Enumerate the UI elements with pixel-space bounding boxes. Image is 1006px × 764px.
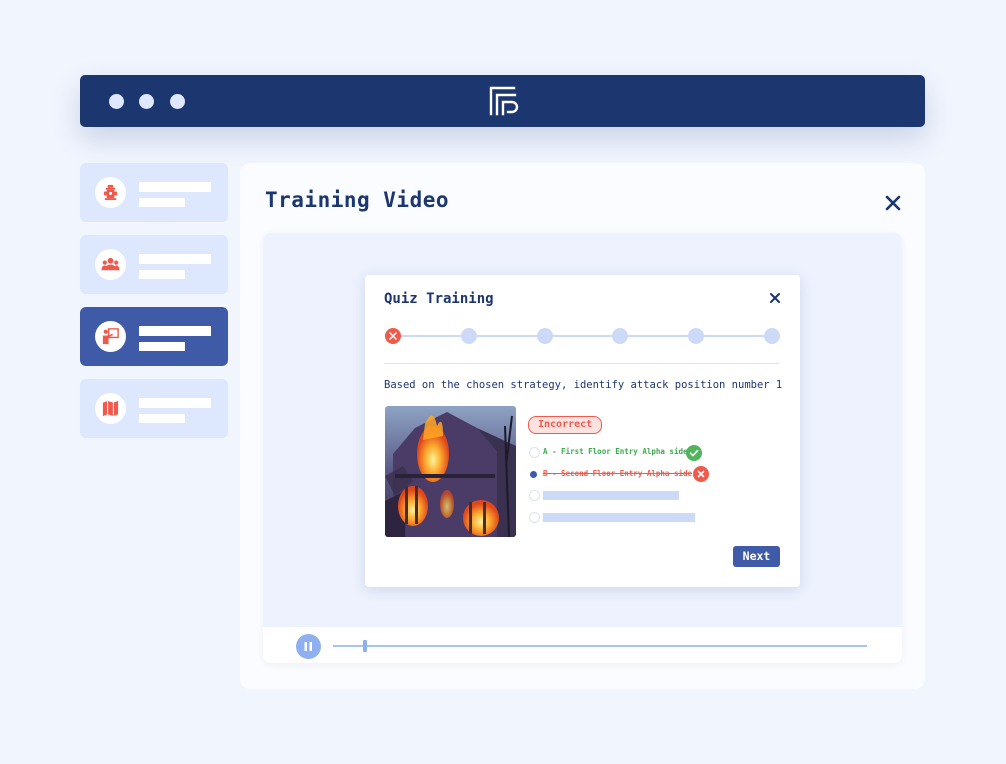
option-d-radio[interactable] (529, 512, 540, 523)
divider (384, 363, 779, 364)
window-dot-3[interactable] (170, 94, 185, 109)
video-progress-handle[interactable] (363, 640, 368, 652)
player-controls (263, 627, 902, 663)
quiz-step (688, 328, 705, 344)
sidebar-label-placeholder (139, 182, 211, 192)
burning-house-image (385, 406, 516, 537)
window-dot-2[interactable] (139, 94, 154, 109)
sidebar-item-training[interactable] (80, 307, 228, 366)
sidebar-item-map[interactable] (80, 379, 228, 438)
app-logo (489, 86, 519, 116)
video-progress-track[interactable] (333, 640, 867, 652)
team-icon (95, 249, 126, 280)
sidebar-item-hydrant[interactable] (80, 163, 228, 222)
sidebar-sublabel-placeholder (139, 342, 185, 351)
map-icon (95, 393, 126, 424)
quiz-step (460, 328, 477, 344)
option-b-label[interactable]: B - Second Floor Entry Alpha side (543, 469, 692, 478)
fire-hydrant-icon (95, 177, 126, 208)
sidebar-sublabel-placeholder (139, 198, 185, 207)
quiz-step (536, 328, 553, 344)
sidebar-item-team[interactable] (80, 235, 228, 294)
close-icon[interactable] (884, 194, 902, 212)
cross-icon (693, 466, 709, 482)
quiz-step (764, 328, 780, 344)
sidebar-sublabel-placeholder (139, 270, 185, 279)
option-c-placeholder (543, 491, 679, 500)
option-d-placeholder (543, 513, 695, 522)
option-b-radio[interactable] (530, 471, 537, 478)
check-icon (686, 445, 702, 461)
pause-button[interactable] (296, 634, 321, 659)
quiz-step (612, 328, 629, 344)
quiz-step-incorrect (385, 328, 401, 344)
pause-icon (304, 642, 312, 651)
sidebar-sublabel-placeholder (139, 414, 185, 423)
page-title: Training Video (265, 188, 450, 212)
quiz-modal: Quiz Training Based on the chosen strate… (365, 275, 800, 587)
quiz-progress-track (385, 335, 780, 337)
status-badge: Incorrect (528, 416, 603, 434)
sidebar-label-placeholder (139, 326, 211, 336)
option-a-label[interactable]: A - First Floor Entry Alpha side (543, 447, 688, 456)
quiz-title: Quiz Training (384, 291, 494, 307)
sidebar-label-placeholder (139, 398, 211, 408)
window-titlebar (80, 75, 925, 127)
sidebar-label-placeholder (139, 254, 211, 264)
window-dot-1[interactable] (109, 94, 124, 109)
option-c-radio[interactable] (529, 490, 540, 501)
close-icon[interactable] (769, 292, 781, 304)
quiz-question: Based on the chosen strategy, identify a… (384, 379, 783, 391)
training-presenter-icon (95, 321, 126, 352)
option-a-radio[interactable] (529, 447, 540, 458)
next-button[interactable]: Next (733, 546, 780, 567)
